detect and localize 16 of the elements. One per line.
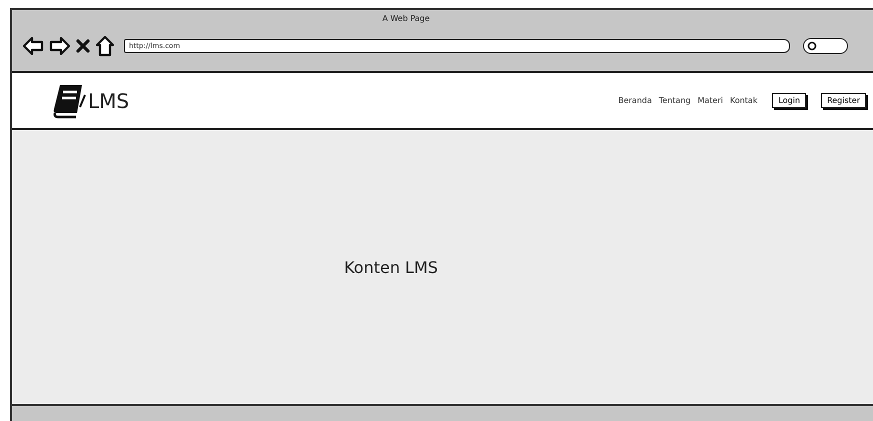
close-icon[interactable] [76,38,90,54]
content-text: Konten LMS [344,258,438,276]
search-field[interactable] [803,38,848,54]
logo-text: LMS [88,88,130,112]
nav-link[interactable]: Beranda [618,96,652,105]
nav-link[interactable]: Kontak [730,96,758,105]
register-button[interactable]: Register [821,93,866,108]
back-icon[interactable] [22,36,44,56]
forward-icon[interactable] [49,36,71,56]
login-button[interactable]: Login [772,93,806,108]
home-icon[interactable] [95,35,115,57]
book-icon [52,82,86,118]
nav-link[interactable]: Materi [698,96,723,105]
search-icon [807,41,817,51]
window-title: A Web Page [382,13,430,23]
nav-link[interactable]: Tentang [658,96,691,105]
